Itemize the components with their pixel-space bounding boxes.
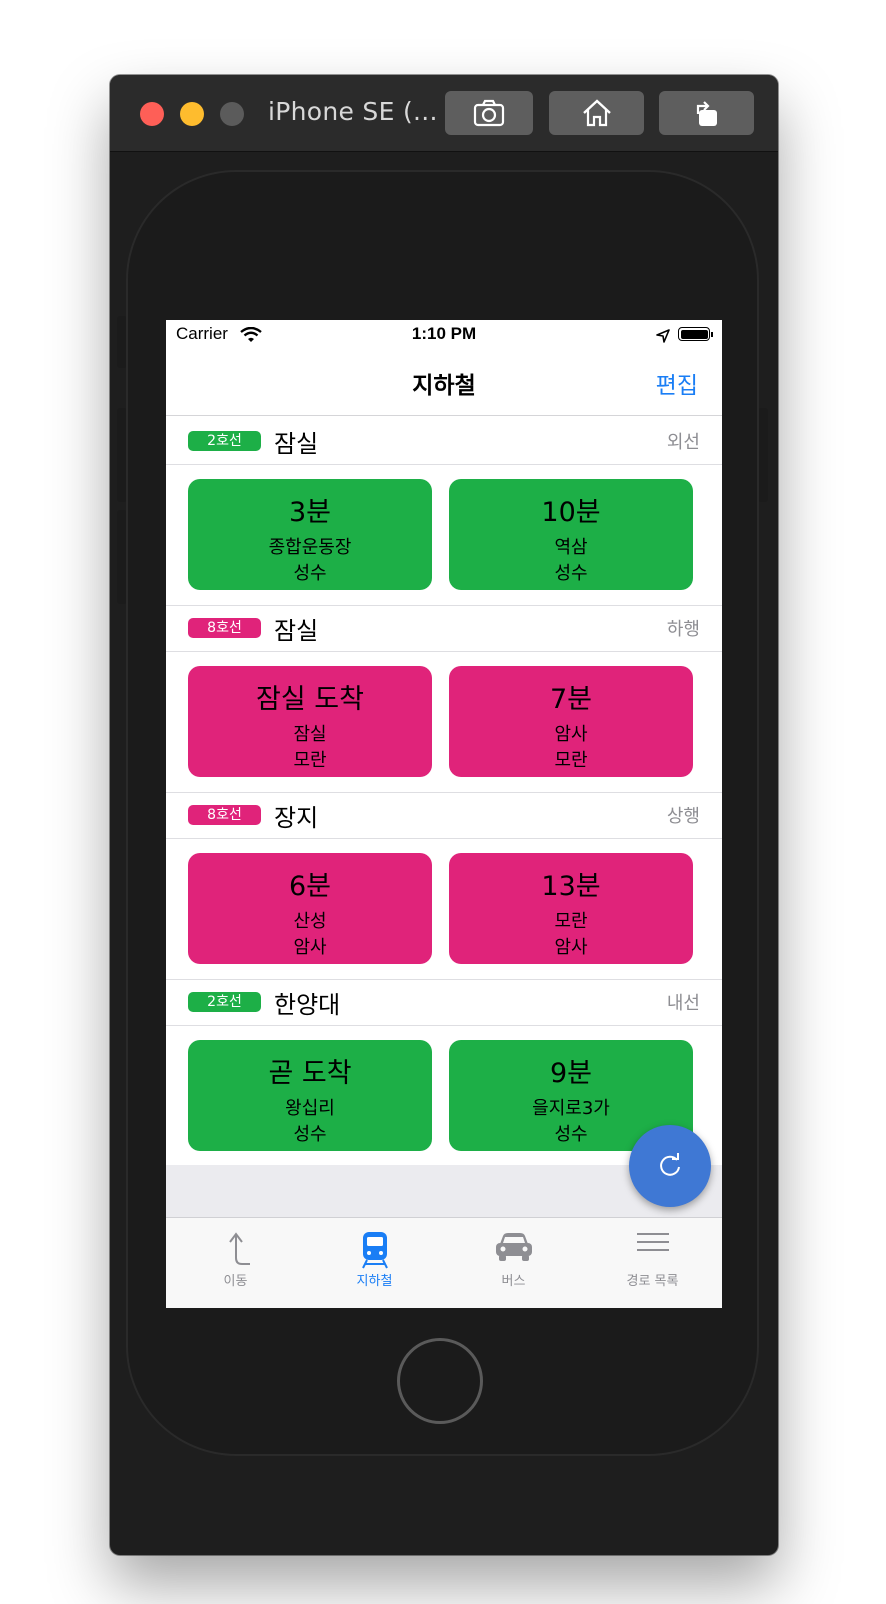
terminus: 암사 bbox=[554, 937, 588, 958]
tab-label: 이동 bbox=[223, 1274, 248, 1289]
terminus: 암사 bbox=[293, 937, 327, 958]
screenshot-button[interactable] bbox=[445, 91, 533, 135]
station-header[interactable]: 2호선 잠실 외선 bbox=[166, 416, 722, 465]
location-arrow-icon bbox=[656, 329, 670, 343]
navigation-bar: 지하철 편집 bbox=[166, 350, 722, 416]
rotate-icon bbox=[696, 101, 717, 126]
tab-subway[interactable]: 지하철 bbox=[305, 1218, 444, 1308]
arrival-time: 9분 bbox=[549, 1058, 593, 1089]
arrival-cards: 6분 산성 암사 13분 모란 암사 bbox=[166, 839, 722, 980]
arrival-card[interactable]: 잠실 도착 잠실 모란 bbox=[188, 666, 432, 777]
list-lines-icon bbox=[636, 1233, 669, 1251]
terminus: 성수 bbox=[554, 563, 588, 584]
battery-cap bbox=[711, 332, 713, 337]
line-badge: 2호선 bbox=[188, 992, 261, 1012]
current-location: 역삼 bbox=[554, 537, 588, 558]
direction-label: 상행 bbox=[666, 806, 700, 827]
simulator-titlebar: iPhone SE (... bbox=[110, 75, 778, 152]
arrival-card[interactable]: 10분 역삼 성수 bbox=[449, 479, 693, 590]
current-location: 을지로3가 bbox=[532, 1098, 610, 1119]
refresh-button[interactable] bbox=[629, 1125, 711, 1207]
minimize-window-button[interactable] bbox=[180, 102, 204, 126]
tab-bus[interactable]: 버스 bbox=[444, 1218, 583, 1308]
page-title: 지하철 bbox=[412, 373, 476, 399]
status-time: 1:10 PM bbox=[411, 324, 477, 343]
tab-label: 지하철 bbox=[356, 1274, 393, 1289]
direction-label: 하행 bbox=[666, 619, 700, 640]
arrival-card[interactable]: 3분 종합운동장 성수 bbox=[188, 479, 432, 590]
current-location: 암사 bbox=[554, 724, 588, 745]
power-button bbox=[758, 408, 768, 502]
arrival-card[interactable]: 7분 암사 모란 bbox=[449, 666, 693, 777]
station-section: 8호선 잠실 하행 잠실 도착 잠실 모란 7분 암사 모란 bbox=[166, 603, 722, 793]
arrival-card[interactable]: 곧 도착 왕십리 성수 bbox=[188, 1040, 432, 1151]
arrival-time: 3분 bbox=[288, 497, 332, 528]
car-icon bbox=[495, 1233, 532, 1261]
refresh-icon bbox=[660, 1153, 680, 1176]
station-header[interactable]: 8호선 잠실 하행 bbox=[166, 603, 722, 652]
station-header[interactable]: 8호선 장지 상행 bbox=[166, 790, 722, 839]
arrival-card[interactable]: 13분 모란 암사 bbox=[449, 853, 693, 964]
arrival-cards: 3분 종합운동장 성수 10분 역삼 성수 bbox=[166, 465, 722, 606]
line-badge: 8호선 bbox=[188, 805, 261, 825]
home-button[interactable] bbox=[549, 91, 644, 135]
rotate-button[interactable] bbox=[659, 91, 754, 135]
arrival-time: 잠실 도착 bbox=[256, 684, 364, 715]
terminus: 모란 bbox=[554, 750, 588, 771]
current-location: 잠실 bbox=[293, 724, 327, 745]
tab-move[interactable]: 이동 bbox=[166, 1218, 305, 1308]
simulator-title: iPhone SE (... bbox=[268, 97, 438, 126]
current-location: 종합운동장 bbox=[268, 537, 352, 558]
station-section: 8호선 장지 상행 6분 산성 암사 13분 모란 암사 bbox=[166, 790, 722, 980]
tab-label: 버스 bbox=[501, 1274, 526, 1289]
station-name: 장지 bbox=[274, 804, 319, 832]
arrival-time: 13분 bbox=[541, 871, 601, 902]
current-location: 모란 bbox=[554, 911, 588, 932]
station-name: 한양대 bbox=[274, 991, 341, 1019]
arrival-time: 7분 bbox=[549, 684, 593, 715]
status-bar: Carrier 1:10 PM bbox=[166, 320, 722, 350]
line-badge: 2호선 bbox=[188, 431, 261, 451]
line-badge: 8호선 bbox=[188, 618, 261, 638]
current-location: 산성 bbox=[293, 911, 327, 932]
terminus: 성수 bbox=[293, 1124, 327, 1145]
app-screen: Carrier 1:10 PM 지하철 편집 2호선 잠실 외선 3분 종합운동… bbox=[166, 320, 722, 1308]
current-location: 왕십리 bbox=[285, 1098, 335, 1119]
camera-icon bbox=[473, 99, 505, 127]
arrival-time: 10분 bbox=[541, 497, 601, 528]
direction-label: 내선 bbox=[666, 993, 700, 1014]
turn-up-arrow-icon bbox=[228, 1232, 250, 1265]
arrival-card[interactable]: 6분 산성 암사 bbox=[188, 853, 432, 964]
subway-train-icon bbox=[361, 1232, 388, 1269]
battery-icon bbox=[678, 327, 710, 341]
zoom-window-button[interactable] bbox=[220, 102, 244, 126]
arrival-time: 곧 도착 bbox=[268, 1058, 352, 1089]
station-section: 2호선 잠실 외선 3분 종합운동장 성수 10분 역삼 성수 bbox=[166, 416, 722, 606]
station-header[interactable]: 2호선 한양대 내선 bbox=[166, 977, 722, 1026]
tab-label: 경로 목록 bbox=[626, 1274, 679, 1289]
terminus: 성수 bbox=[293, 563, 327, 584]
direction-label: 외선 bbox=[666, 432, 700, 453]
device-home-button[interactable] bbox=[397, 1338, 483, 1424]
edit-button[interactable]: 편집 bbox=[656, 366, 698, 400]
close-window-button[interactable] bbox=[140, 102, 164, 126]
arrival-time: 6분 bbox=[288, 871, 332, 902]
tab-bar: 이동 지하철 버스 경로 목록 bbox=[166, 1217, 722, 1308]
arrival-cards: 잠실 도착 잠실 모란 7분 암사 모란 bbox=[166, 652, 722, 793]
station-name: 잠실 bbox=[274, 617, 319, 645]
station-name: 잠실 bbox=[274, 430, 319, 458]
tab-route-list[interactable]: 경로 목록 bbox=[583, 1218, 722, 1308]
terminus: 모란 bbox=[293, 750, 327, 771]
home-icon bbox=[582, 99, 611, 127]
